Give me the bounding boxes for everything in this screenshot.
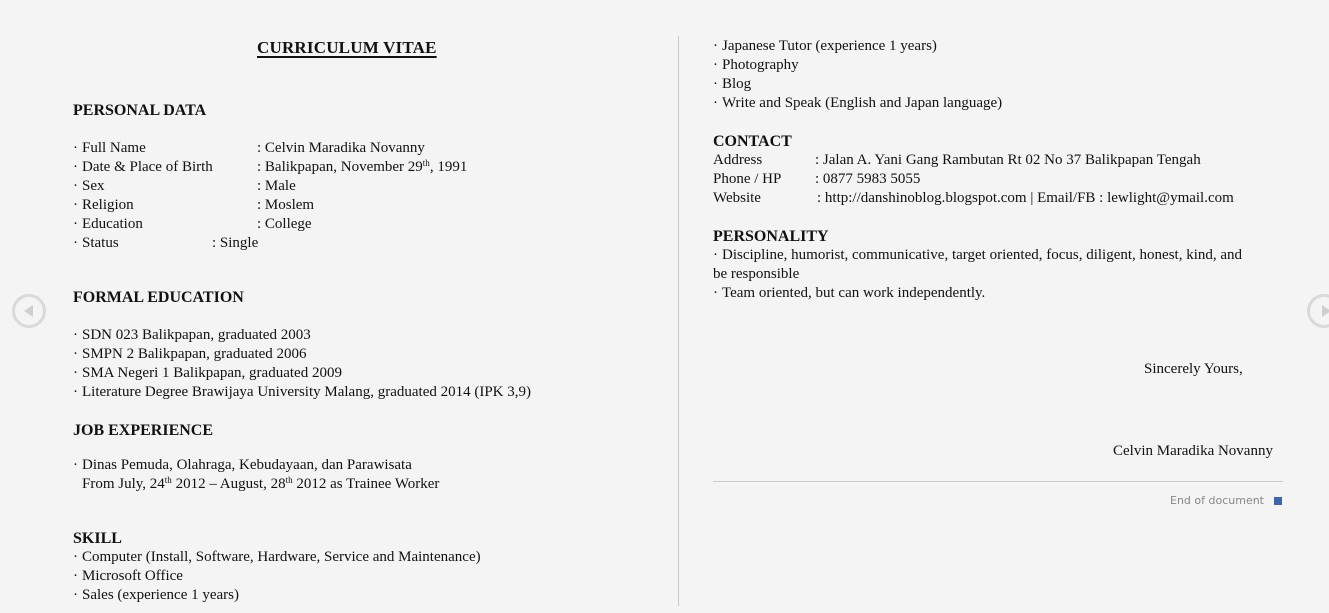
end-of-document-marker-icon	[1274, 497, 1282, 505]
personal-value-sex: : Male	[257, 178, 296, 194]
personal-label-birth: Date & Place of Birth	[73, 158, 213, 177]
personal-value-religion: : Moslem	[257, 197, 315, 213]
personal-label-religion: Religion	[73, 196, 134, 215]
contact-label-address: Address	[713, 152, 763, 168]
education-item: SMA Negeri 1 Balikpapan, graduated 2009	[73, 364, 342, 383]
education-item: Literature Degree Brawijaya University M…	[73, 383, 531, 402]
skill-item: Computer (Install, Software, Hardware, S…	[73, 548, 481, 567]
personal-label-full-name: Full Name	[73, 139, 146, 158]
skill-item: Photography	[713, 56, 799, 75]
contact-label-website: Website	[713, 190, 761, 206]
job-employer: Dinas Pemuda, Olahraga, Kebudayaan, dan …	[73, 456, 412, 475]
birth-text: : Balikpapan, November 29	[257, 159, 423, 175]
birth-year: , 1991	[429, 159, 468, 175]
contact-value-website: : http://danshinoblog.blogspot.com | Ema…	[817, 190, 1234, 206]
section-heading-job-experience: JOB EXPERIENCE	[73, 422, 214, 439]
document-title: CURRICULUM VITAE	[257, 38, 437, 57]
job-role: 2012 as Trainee Worker	[292, 476, 440, 492]
section-heading-personal-data: PERSONAL DATA	[73, 102, 207, 119]
end-of-document-rule	[713, 481, 1283, 482]
personal-label-education: Education	[73, 215, 143, 234]
personal-value-birth: : Balikpapan, November 29th, 1991	[257, 158, 467, 177]
job-period-start: From July, 24	[82, 476, 165, 492]
skill-item: Microsoft Office	[73, 567, 183, 586]
section-heading-personality: PERSONALITY	[713, 228, 829, 245]
chevron-right-icon	[1322, 305, 1329, 317]
end-of-document-label: End of document	[1170, 494, 1264, 507]
previous-page-button[interactable]	[12, 294, 46, 328]
personality-item: Team oriented, but can work independentl…	[713, 284, 985, 303]
contact-value-address: : Jalan A. Yani Gang Rambutan Rt 02 No 3…	[815, 152, 1201, 168]
job-period: From July, 24th 2012 – August, 28th 2012…	[82, 475, 439, 494]
chevron-left-icon	[24, 305, 33, 317]
section-heading-skill: SKILL	[73, 530, 122, 547]
page-divider	[678, 36, 679, 606]
job-period-end: 2012 – August, 28	[171, 476, 286, 492]
skill-item: Sales (experience 1 years)	[73, 586, 239, 605]
skill-item: Blog	[713, 75, 751, 94]
personal-label-sex: Sex	[73, 177, 105, 196]
personal-value-education: : College	[257, 216, 312, 232]
job-period-start-ordinal: th	[164, 475, 172, 485]
contact-value-phone: : 0877 5983 5055	[815, 171, 921, 187]
personality-item-continued: be responsible	[713, 266, 800, 282]
education-item: SDN 023 Balikpapan, graduated 2003	[73, 326, 311, 345]
section-heading-formal-education: FORMAL EDUCATION	[73, 289, 244, 306]
education-item: SMPN 2 Balikpapan, graduated 2006	[73, 345, 307, 364]
closing-signature: Celvin Maradika Novanny	[1113, 443, 1273, 459]
personal-value-full-name: : Celvin Maradika Novanny	[257, 140, 425, 156]
contact-label-phone: Phone / HP	[713, 171, 782, 187]
personal-label-status: Status	[73, 234, 119, 253]
skill-item: Japanese Tutor (experience 1 years)	[713, 37, 937, 56]
personal-value-status: : Single	[212, 235, 259, 251]
birth-ordinal: th	[422, 158, 430, 168]
skill-item: Write and Speak (English and Japan langu…	[713, 94, 1002, 113]
closing-salutation: Sincerely Yours,	[1144, 361, 1243, 377]
job-period-end-ordinal: th	[285, 475, 293, 485]
section-heading-contact: CONTACT	[713, 133, 792, 150]
next-page-button[interactable]	[1307, 294, 1329, 328]
personality-item: Discipline, humorist, communicative, tar…	[713, 246, 1242, 265]
